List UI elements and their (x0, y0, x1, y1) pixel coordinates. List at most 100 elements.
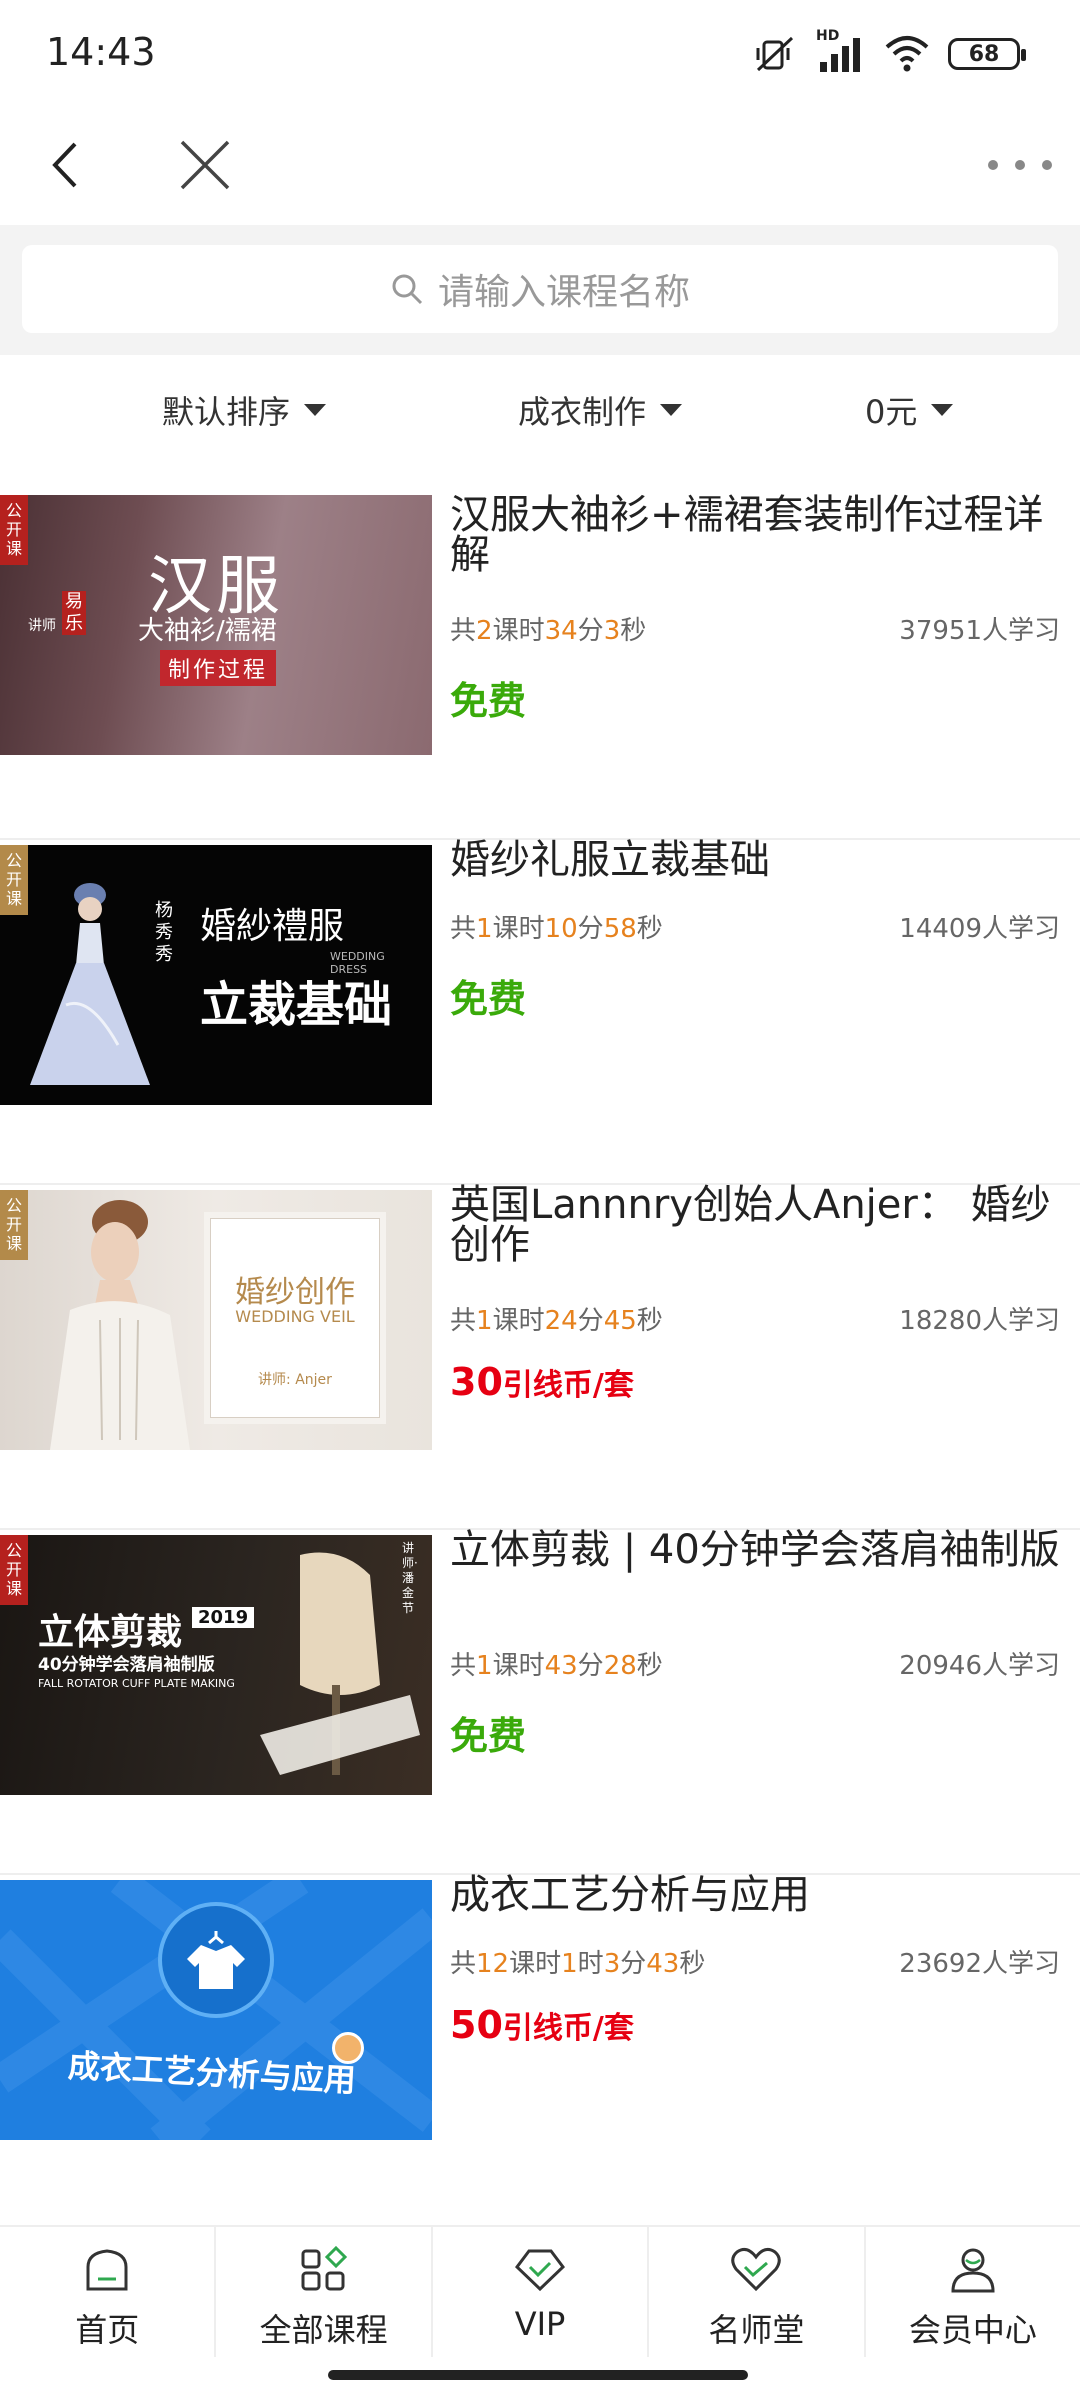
course-item[interactable]: 公开课 杨秀秀 婚紗禮服 WEDDING DRESS 立裁基础 婚纱礼服立裁基础… (0, 840, 1080, 1185)
thumb-en-text: WEDDING VEIL (235, 1307, 355, 1326)
duration-text: 分 (577, 1306, 604, 1336)
caret-down-icon (304, 404, 327, 416)
thumb-teacher-name: 讲师·潘金节 (402, 1541, 418, 1615)
course-thumbnail: 公开课 立体剪裁 2019 40分钟学会落肩袖制版 FALL ROTATOR C… (0, 1535, 432, 1795)
network-type-label: HD (816, 28, 840, 44)
filter-price-label: 0元 (865, 393, 918, 431)
status-time: 14:43 (46, 30, 156, 74)
filter-category[interactable]: 成衣制作 (518, 385, 683, 435)
duration-number: 34 (544, 616, 578, 646)
duration-text: 课时 (492, 914, 545, 944)
tab-member-center[interactable]: 会员中心 (866, 2227, 1080, 2357)
thumb-tag-text: 制作过程 (160, 650, 277, 686)
thumb-main-text: 婚纱创作 (235, 1275, 355, 1310)
status-bar: 14:43 HD 68 (0, 0, 1080, 105)
course-thumbnail: 公开课 婚纱创作 WEDDING VEIL 讲师: Anjer (0, 1190, 432, 1450)
duration-text: 分 (620, 1949, 647, 1979)
duration-number: 28 (603, 1651, 637, 1681)
course-price: 30引线币/套 (450, 1360, 634, 1404)
course-duration: 共1课时43分28秒 (450, 1645, 663, 1682)
duration-number: 3 (603, 1949, 621, 1979)
tab-label: 名师堂 (708, 2311, 805, 2349)
bride-portrait-image (50, 1200, 190, 1450)
course-thumbnail: 公开课 杨秀秀 婚紗禮服 WEDDING DRESS 立裁基础 (0, 845, 432, 1105)
duration-number: 12 (476, 1949, 510, 1979)
price-amount: 30 (450, 1360, 503, 1404)
thumb-teacher-name: 杨秀秀 (155, 900, 173, 965)
nav-bar (0, 105, 1080, 225)
tab-home[interactable]: 首页 (0, 2227, 217, 2357)
tab-famous-teachers[interactable]: 名师堂 (649, 2227, 866, 2357)
thumb-year: 2019 (192, 1607, 255, 1628)
tab-all-courses[interactable]: 全部课程 (216, 2227, 433, 2357)
shirt-icon (158, 1902, 274, 2018)
more-button[interactable] (980, 130, 1060, 200)
duration-text: 共 (450, 1651, 477, 1681)
search-icon (392, 274, 423, 305)
course-item[interactable]: 公开课 婚纱创作 WEDDING VEIL 讲师: Anjer 英国Lannnr… (0, 1185, 1080, 1530)
duration-text: 课时 (492, 1306, 545, 1336)
heart-icon (731, 2247, 782, 2292)
tab-vip[interactable]: VIP (433, 2227, 650, 2357)
mascot-icon (332, 2032, 364, 2064)
filter-price[interactable]: 0元 (865, 385, 954, 435)
grid-icon (301, 2245, 347, 2291)
duration-text: 课时 (492, 616, 545, 646)
course-title: 婚纱礼服立裁基础 (450, 837, 770, 883)
thumb-main-text: 婚紗禮服 (200, 906, 345, 947)
course-thumbnail: 成衣工艺分析与应用 (0, 1880, 432, 2140)
course-meta: 共12课时1时3分43秒 23692人学习 (450, 1943, 1060, 1980)
mute-vibrate-icon (756, 36, 794, 72)
battery-icon: 68 (948, 38, 1026, 70)
price-amount: 50 (450, 2003, 503, 2047)
more-dots-icon (988, 160, 1052, 170)
duration-text: 秒 (620, 616, 647, 646)
duration-number: 3 (603, 616, 621, 646)
duration-text: 共 (450, 616, 477, 646)
thumb-en-text: FALL ROTATOR CUFF PLATE MAKING (38, 1677, 235, 1690)
search-area: 请输入课程名称 (0, 225, 1080, 355)
duration-text: 分 (577, 914, 604, 944)
course-meta: 共1课时43分28秒 20946人学习 (450, 1645, 1060, 1682)
course-duration: 共1课时10分58秒 (450, 908, 663, 945)
thumb-teacher-name: 易乐 (62, 591, 86, 635)
gesture-home-bar[interactable] (328, 2370, 748, 2380)
thumb-teacher-label: 讲师 (28, 618, 56, 634)
wifi-icon (885, 36, 929, 72)
course-item[interactable]: 公开课 立体剪裁 2019 40分钟学会落肩袖制版 FALL ROTATOR C… (0, 1530, 1080, 1875)
duration-text: 课时 (509, 1949, 562, 1979)
user-icon (951, 2248, 995, 2293)
filter-sort[interactable]: 默认排序 (162, 385, 327, 435)
tab-label: VIP (514, 2305, 566, 2343)
close-icon (180, 140, 230, 190)
course-duration: 共2课时34分3秒 (450, 610, 646, 647)
back-button[interactable] (30, 130, 100, 200)
search-input[interactable]: 请输入课程名称 (22, 245, 1058, 333)
thumb-sub-text: 立裁基础 (200, 977, 393, 1033)
duration-text: 分 (577, 616, 604, 646)
course-item[interactable]: 公开课 汉服 大袖衫/襦裙 制作过程 讲师 易乐 汉服大袖衫+襦裙套装制作过程详… (0, 495, 1080, 840)
home-icon (86, 2249, 128, 2291)
thumb-sub-text: 大袖衫/襦裙 (138, 616, 277, 646)
course-item[interactable]: 成衣工艺分析与应用 成衣工艺分析与应用 共12课时1时3分43秒 23692人学… (0, 1875, 1080, 2220)
course-learners: 18280人学习 (899, 1306, 1060, 1336)
duration-text: 共 (450, 1306, 477, 1336)
course-price: 免费 (450, 977, 527, 1021)
back-arrow-icon (52, 142, 77, 188)
course-learners: 20946人学习 (899, 1651, 1060, 1681)
duration-text: 秒 (636, 1306, 663, 1336)
caret-down-icon (931, 404, 954, 416)
thumb-card: 婚纱创作 WEDDING VEIL 讲师: Anjer (210, 1218, 380, 1418)
duration-text: 共 (450, 1949, 477, 1979)
duration-text: 分 (577, 1651, 604, 1681)
course-price: 免费 (450, 1714, 527, 1758)
duration-number: 1 (561, 1949, 578, 1979)
course-learners: 37951人学习 (899, 616, 1060, 646)
course-title: 成衣工艺分析与应用 (450, 1872, 810, 1918)
course-meta: 共1课时10分58秒 14409人学习 (450, 908, 1060, 945)
close-button[interactable] (170, 130, 240, 200)
filter-category-label: 成衣制作 (518, 393, 647, 431)
signal-icon: HD (816, 28, 866, 74)
course-learners: 23692人学习 (899, 1949, 1060, 1979)
battery-level: 68 (968, 41, 1000, 67)
